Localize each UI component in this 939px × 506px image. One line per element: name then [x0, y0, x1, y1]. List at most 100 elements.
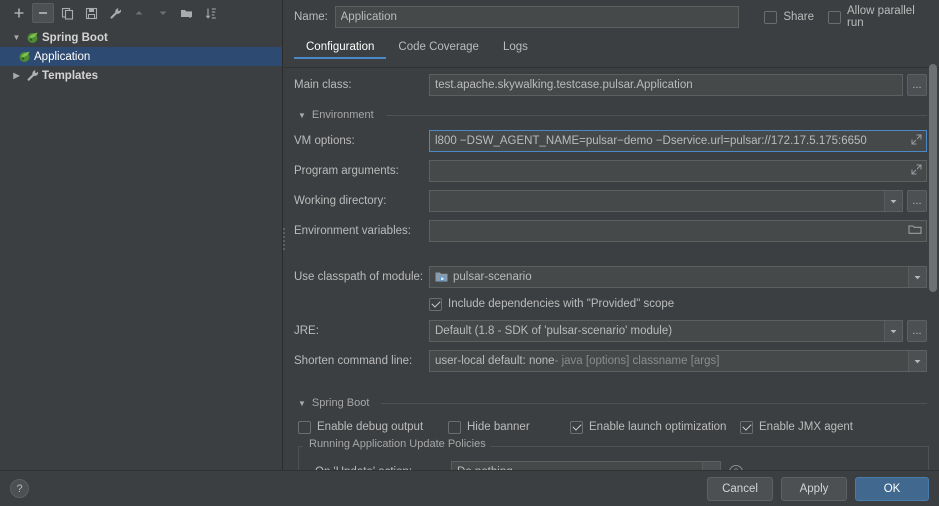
- working-directory-label: Working directory:: [294, 195, 387, 207]
- tab-configuration[interactable]: Configuration: [294, 36, 387, 59]
- main-class-label: Main class:: [294, 79, 352, 91]
- chevron-down-icon[interactable]: [908, 267, 926, 287]
- hide-banner-checkbox[interactable]: Hide banner: [448, 420, 570, 434]
- plus-icon: [14, 8, 24, 18]
- move-up-button[interactable]: [128, 3, 150, 23]
- use-classpath-of-module-row: Use classpath of module: pulsar-scenario: [284, 262, 939, 292]
- use-classpath-of-module-value: pulsar-scenario: [453, 271, 532, 283]
- collapse-caret-icon[interactable]: ▶: [10, 71, 23, 80]
- folder-add-icon: [181, 9, 192, 18]
- checkbox-box[interactable]: [828, 10, 841, 24]
- checkbox-box[interactable]: [429, 297, 442, 311]
- share-label: Share: [783, 11, 814, 23]
- jre-row: JRE: Default (1.8 - SDK of 'pulsar-scena…: [284, 316, 939, 346]
- group-border: [477, 446, 928, 447]
- tree-node-templates[interactable]: ▶ Templates: [0, 66, 282, 85]
- allow-parallel-run-checkbox[interactable]: Allow parallel run: [828, 5, 929, 29]
- configurations-toolbar: [0, 0, 282, 26]
- add-configuration-button[interactable]: [8, 3, 30, 23]
- chevron-down-icon[interactable]: ▼: [298, 399, 306, 408]
- chevron-down-icon[interactable]: [884, 191, 902, 211]
- tabs-separator: [284, 67, 939, 68]
- jre-label: JRE:: [294, 325, 319, 337]
- checkbox-box[interactable]: [448, 420, 461, 434]
- shorten-command-line-select[interactable]: user-local default: none - java [options…: [429, 350, 927, 372]
- wrench-icon: [23, 69, 41, 82]
- enable-jmx-agent-label: Enable JMX agent: [759, 421, 853, 433]
- program-arguments-input[interactable]: [429, 160, 927, 182]
- scrollbar-thumb[interactable]: [929, 64, 937, 292]
- enable-launch-optimization-label: Enable launch optimization: [589, 421, 727, 433]
- environment-variables-input[interactable]: [429, 220, 927, 242]
- environment-section-title: Environment: [311, 109, 374, 121]
- new-folder-button[interactable]: [176, 3, 198, 23]
- enable-debug-output-checkbox[interactable]: Enable debug output: [298, 420, 448, 434]
- dialog-footer: ? Cancel Apply OK: [0, 470, 939, 506]
- apply-button[interactable]: Apply: [781, 476, 847, 501]
- expand-caret-icon[interactable]: ▼: [10, 33, 23, 42]
- footer-buttons: Cancel Apply OK: [707, 476, 929, 501]
- chevron-down-icon[interactable]: [908, 351, 926, 371]
- enable-launch-optimization-checkbox[interactable]: Enable launch optimization: [570, 420, 740, 434]
- share-checkbox[interactable]: Share: [764, 10, 814, 24]
- remove-configuration-button[interactable]: [32, 3, 54, 23]
- working-directory-row: Working directory: ...: [284, 186, 939, 216]
- checkbox-box[interactable]: [298, 420, 311, 434]
- main-class-row: Main class: ...: [284, 70, 939, 100]
- main-class-browse-button[interactable]: ...: [907, 74, 927, 96]
- working-directory-input[interactable]: [429, 190, 903, 212]
- program-arguments-label: Program arguments:: [294, 165, 399, 177]
- spring-boot-section-header[interactable]: ▼ Spring Boot: [284, 392, 939, 414]
- use-classpath-of-module-select[interactable]: pulsar-scenario: [429, 266, 927, 288]
- edit-templates-button[interactable]: [104, 3, 126, 23]
- use-classpath-of-module-label: Use classpath of module:: [294, 271, 424, 283]
- environment-section-header[interactable]: ▼ Environment: [284, 104, 939, 126]
- spring-boot-icon: [23, 31, 41, 44]
- vm-options-row: VM options: l800 −DSW_AGENT_NAME=pulsar−…: [284, 126, 939, 156]
- copy-configuration-button[interactable]: [56, 3, 78, 23]
- tab-code-coverage[interactable]: Code Coverage: [386, 36, 491, 58]
- spring-boot-icon: [15, 50, 33, 63]
- vm-options-input[interactable]: l800 −DSW_AGENT_NAME=pulsar−demo −Dservi…: [429, 130, 927, 152]
- cancel-button[interactable]: Cancel: [707, 476, 773, 501]
- form-scrollbar[interactable]: [929, 62, 937, 460]
- working-directory-browse-button[interactable]: ...: [907, 190, 927, 212]
- jre-value: Default (1.8 - SDK of 'pulsar-scenario' …: [435, 325, 673, 337]
- checkbox-box[interactable]: [570, 420, 583, 434]
- section-divider: [385, 114, 927, 116]
- include-provided-checkbox[interactable]: Include dependencies with "Provided" sco…: [429, 297, 675, 311]
- tree-node-spring-boot[interactable]: ▼ Spring Boot: [0, 28, 282, 47]
- include-provided-label: Include dependencies with "Provided" sco…: [448, 298, 675, 310]
- chevron-down-icon[interactable]: [884, 321, 902, 341]
- configurations-panel: ▼ Spring Boot Application ▶ Templates: [0, 0, 283, 470]
- environment-variables-label: Environment variables:: [294, 225, 411, 237]
- save-icon: [85, 7, 97, 19]
- copy-icon: [61, 7, 73, 20]
- minus-icon: [39, 12, 47, 14]
- configurations-tree[interactable]: ▼ Spring Boot Application ▶ Templates: [0, 28, 282, 470]
- save-configuration-button[interactable]: [80, 3, 102, 23]
- wrench-icon: [109, 7, 121, 19]
- jre-select[interactable]: Default (1.8 - SDK of 'pulsar-scenario' …: [429, 320, 903, 342]
- tab-logs[interactable]: Logs: [491, 36, 540, 58]
- sort-configurations-button[interactable]: [200, 3, 222, 23]
- checkbox-box[interactable]: [764, 10, 778, 24]
- name-input[interactable]: [334, 6, 740, 28]
- tree-node-application[interactable]: Application: [0, 47, 282, 66]
- name-row: Name: Share Allow parallel run: [284, 0, 939, 34]
- tree-node-label: Spring Boot: [42, 31, 108, 44]
- chevron-down-icon[interactable]: ▼: [298, 111, 306, 120]
- help-button[interactable]: ?: [10, 479, 29, 498]
- move-down-button[interactable]: [152, 3, 174, 23]
- enable-jmx-agent-checkbox[interactable]: Enable JMX agent: [740, 420, 853, 434]
- allow-parallel-run-label: Allow parallel run: [847, 5, 915, 29]
- main-class-input[interactable]: [429, 74, 903, 96]
- jre-browse-button[interactable]: ...: [907, 320, 927, 342]
- editor-tabs: Configuration Code Coverage Logs: [284, 34, 939, 59]
- vm-options-label: VM options:: [294, 135, 355, 147]
- sort-alpha-icon: [205, 8, 216, 19]
- arrow-up-icon: [135, 11, 143, 15]
- arrow-down-icon: [159, 11, 167, 15]
- ok-button[interactable]: OK: [855, 476, 929, 501]
- checkbox-box[interactable]: [740, 420, 753, 434]
